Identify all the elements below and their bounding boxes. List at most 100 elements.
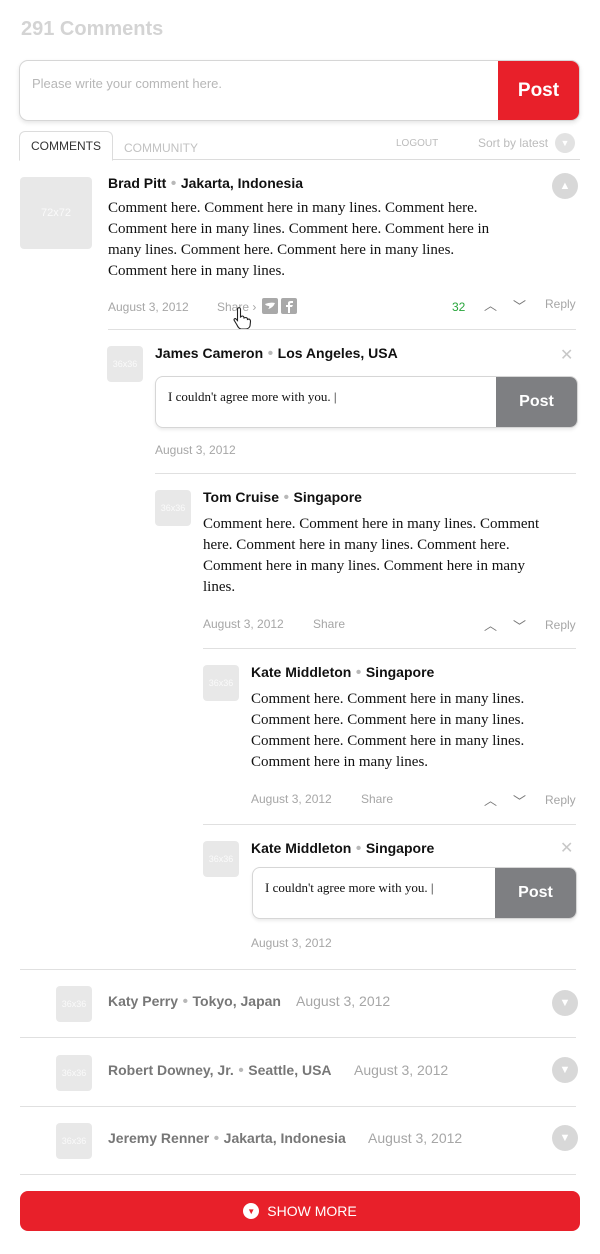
- social-icons: [262, 298, 297, 314]
- comment-line: Comment here. Comment here in many lines…: [251, 712, 525, 728]
- comment-date: August 3, 2012: [203, 617, 284, 631]
- author-name[interactable]: Brad Pitt: [108, 175, 166, 191]
- reply-link[interactable]: Reply: [545, 618, 576, 632]
- share-link[interactable]: Share: [361, 792, 393, 806]
- expand-chevron-down-icon[interactable]: ▼: [552, 990, 578, 1016]
- separator-dot: •: [182, 993, 193, 1010]
- post-button[interactable]: Post: [495, 868, 576, 918]
- separator-dot: •: [238, 1062, 249, 1079]
- divider: [20, 1174, 576, 1175]
- author-name[interactable]: Jeremy Renner: [108, 1130, 209, 1146]
- comment-header: Kate Middleton • Singapore: [251, 840, 434, 858]
- avatar: 36x36: [56, 1123, 92, 1159]
- downvote-chevron-down-icon[interactable]: ﹀: [513, 616, 526, 635]
- comment-input-placeholder[interactable]: Please write your comment here.: [32, 76, 222, 91]
- reply-link[interactable]: Reply: [545, 793, 576, 807]
- comment-line: Comment here in many lines.: [108, 263, 286, 279]
- collapsed-comment-header[interactable]: Katy Perry • Tokyo, Japan: [108, 993, 281, 1011]
- upvote-chevron-up-icon[interactable]: ︿: [484, 790, 497, 809]
- author-name[interactable]: Katy Perry: [108, 993, 178, 1009]
- author-name[interactable]: James Cameron: [155, 345, 263, 361]
- close-icon[interactable]: ✕: [560, 345, 573, 365]
- post-button[interactable]: Post: [496, 377, 577, 427]
- post-button[interactable]: Post: [498, 61, 579, 120]
- comment-date: August 3, 2012: [368, 1130, 463, 1146]
- comment-body: Comment here. Comment here in many lines…: [108, 198, 548, 282]
- divider: [20, 969, 576, 970]
- comment-date: August 3, 2012: [296, 993, 391, 1009]
- comment-line: Comment here. Comment here in many lines…: [203, 516, 540, 532]
- tab-community[interactable]: COMMUNITY: [124, 141, 198, 155]
- collapsed-comment-header[interactable]: Jeremy Renner • Jakarta, Indonesia: [108, 1130, 346, 1148]
- show-more-button[interactable]: ▼ SHOW MORE: [20, 1191, 580, 1231]
- author-location: Tokyo, Japan: [192, 993, 281, 1009]
- divider: [20, 1106, 576, 1107]
- comment-body: Comment here. Comment here in many lines…: [251, 689, 571, 773]
- comment-date: August 3, 2012: [155, 443, 236, 457]
- reply-composer[interactable]: I couldn't agree more with you. | Post: [252, 867, 577, 919]
- avatar: 36x36: [107, 346, 143, 382]
- tab-comments[interactable]: COMMENTS: [19, 131, 113, 161]
- reply-composer[interactable]: I couldn't agree more with you. | Post: [155, 376, 578, 428]
- downvote-chevron-down-icon[interactable]: ﹀: [513, 791, 526, 810]
- chevron-down-icon: ▼: [243, 1203, 260, 1219]
- comment-header: Brad Pitt • Jakarta, Indonesia: [108, 175, 303, 193]
- author-name[interactable]: Robert Downey, Jr.: [108, 1062, 234, 1078]
- author-name[interactable]: Kate Middleton: [251, 664, 351, 680]
- comment-date: August 3, 2012: [354, 1062, 449, 1078]
- author-location: Singapore: [293, 489, 362, 505]
- avatar: 36x36: [56, 1055, 92, 1091]
- expand-chevron-down-icon[interactable]: ▼: [552, 1125, 578, 1151]
- collapsed-comment-header[interactable]: Robert Downey, Jr. • Seattle, USA: [108, 1062, 332, 1080]
- separator-dot: •: [170, 175, 181, 192]
- comment-date: August 3, 2012: [251, 936, 332, 950]
- divider: [20, 1037, 576, 1038]
- collapse-chevron-up-icon[interactable]: ▲: [552, 173, 578, 199]
- author-location: Jakarta, Indonesia: [223, 1130, 346, 1146]
- avatar: 36x36: [203, 841, 239, 877]
- comment-header: Kate Middleton • Singapore: [251, 664, 434, 682]
- author-location: Singapore: [365, 664, 435, 680]
- comment-line: Comment here. Comment here in many lines…: [251, 691, 525, 707]
- avatar: 36x36: [203, 665, 239, 701]
- reply-link[interactable]: Reply: [545, 297, 576, 311]
- upvote-chevron-up-icon[interactable]: ︿: [484, 295, 497, 314]
- vote-count: 32: [452, 300, 466, 314]
- upvote-chevron-up-icon[interactable]: ︿: [484, 615, 497, 634]
- downvote-chevron-down-icon[interactable]: ﹀: [513, 296, 526, 315]
- comment-line: here. Comment here in many lines. Commen…: [203, 537, 510, 553]
- chevron-down-icon[interactable]: ▼: [555, 133, 575, 153]
- close-icon[interactable]: ✕: [560, 838, 573, 858]
- comment-composer[interactable]: Please write your comment here. Post: [19, 60, 580, 121]
- avatar: 36x36: [56, 986, 92, 1022]
- author-name[interactable]: Kate Middleton: [251, 840, 351, 856]
- author-name[interactable]: Tom Cruise: [203, 489, 279, 505]
- reply-input[interactable]: I couldn't agree more with you. |: [265, 880, 433, 896]
- comment-header: Tom Cruise • Singapore: [203, 489, 362, 507]
- comment-header: James Cameron • Los Angeles, USA: [155, 345, 398, 363]
- reply-input[interactable]: I couldn't agree more with you. |: [168, 389, 336, 405]
- author-location: Los Angeles, USA: [277, 345, 398, 361]
- comment-line: Comment here. Comment here in many lines…: [251, 733, 525, 749]
- comment-line: Comment here in many lines. Comment here…: [108, 221, 490, 237]
- author-location: Seattle, USA: [248, 1062, 332, 1078]
- comment-line: Comment here in many lines.: [251, 754, 429, 770]
- expand-chevron-down-icon[interactable]: ▼: [552, 1057, 578, 1083]
- share-link[interactable]: Share: [313, 617, 345, 631]
- logout-link[interactable]: LOGOUT: [396, 138, 438, 149]
- divider: [203, 824, 576, 825]
- sort-dropdown-label[interactable]: Sort by latest: [478, 136, 548, 150]
- avatar: 72x72: [20, 177, 92, 249]
- page-title: 291 Comments: [21, 18, 164, 40]
- show-more-label: SHOW MORE: [267, 1203, 357, 1219]
- author-location: Singapore: [365, 840, 435, 856]
- separator-dot: •: [267, 345, 278, 362]
- separator-dot: •: [355, 840, 366, 857]
- divider: [203, 648, 576, 649]
- comment-body: Comment here. Comment here in many lines…: [203, 514, 573, 598]
- avatar: 36x36: [155, 490, 191, 526]
- hand-pointer-icon: [233, 307, 252, 330]
- comment-line: many lines. Comment here. Comment here i…: [108, 242, 455, 258]
- separator-dot: •: [213, 1130, 224, 1147]
- comment-date: August 3, 2012: [108, 300, 189, 314]
